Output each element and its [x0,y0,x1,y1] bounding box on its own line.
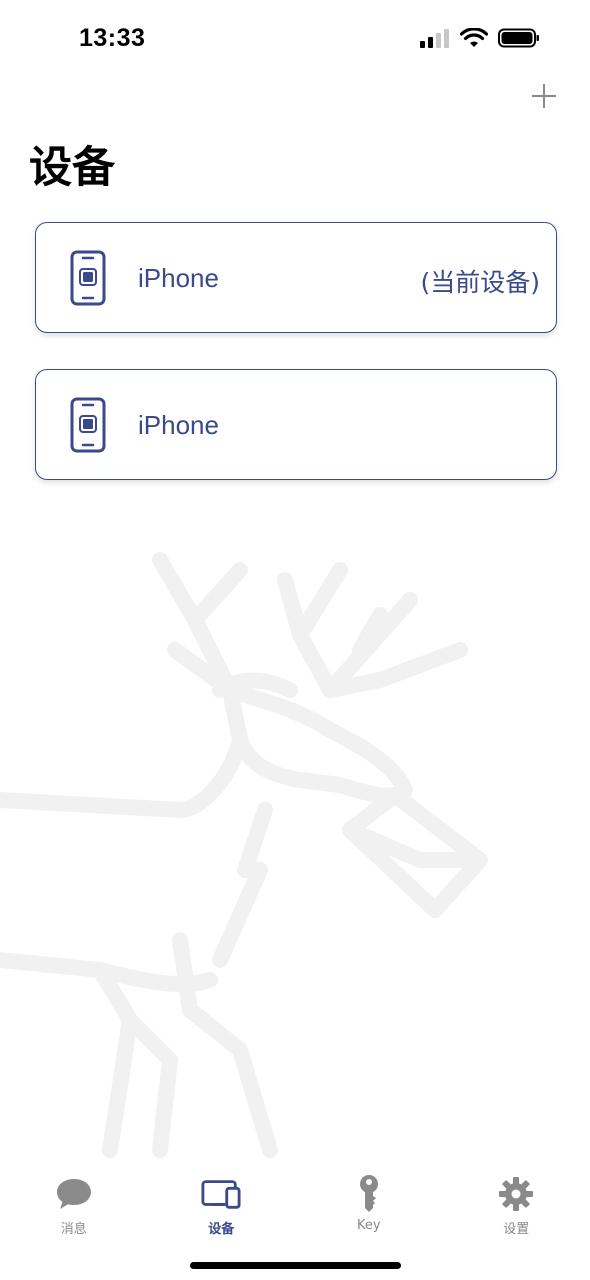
tab-label: 设备 [208,1222,235,1237]
tab-key[interactable]: Key [295,1160,443,1240]
status-bar: 13:33 [0,0,590,80]
devices-icon [201,1180,241,1209]
deer-watermark-icon [0,552,488,1158]
current-device-badge: (当前设备) [420,268,540,297]
tab-label: Key [356,1218,381,1233]
tab-devices[interactable]: 设备 [148,1160,296,1240]
cellular-signal-icon [420,29,449,48]
tab-settings[interactable]: 设置 [443,1160,590,1240]
phone-icon [70,250,106,306]
home-indicator [190,1262,401,1269]
gear-icon [499,1177,534,1211]
phone-icon [70,397,106,453]
status-icons [420,28,540,48]
device-name: iPhone [138,263,219,293]
plus-icon [532,84,556,108]
tab-bar: 消息 设备 Key 设置 [0,1160,590,1240]
device-name: iPhone [138,410,219,440]
device-list: iPhone (当前设备) iPhone [35,222,557,516]
tab-messages[interactable]: 消息 [0,1160,148,1240]
tab-label: 消息 [60,1222,87,1237]
status-time: 13:33 [79,24,146,52]
battery-icon [498,28,539,48]
tab-label: 设置 [503,1222,530,1237]
add-device-button[interactable] [528,80,560,112]
wifi-icon [460,28,488,47]
page-title: 设备 [29,143,115,193]
chat-bubble-icon [56,1179,91,1209]
device-card[interactable]: iPhone [35,369,557,480]
key-icon [359,1175,378,1212]
device-card-current[interactable]: iPhone (当前设备) [35,222,557,333]
